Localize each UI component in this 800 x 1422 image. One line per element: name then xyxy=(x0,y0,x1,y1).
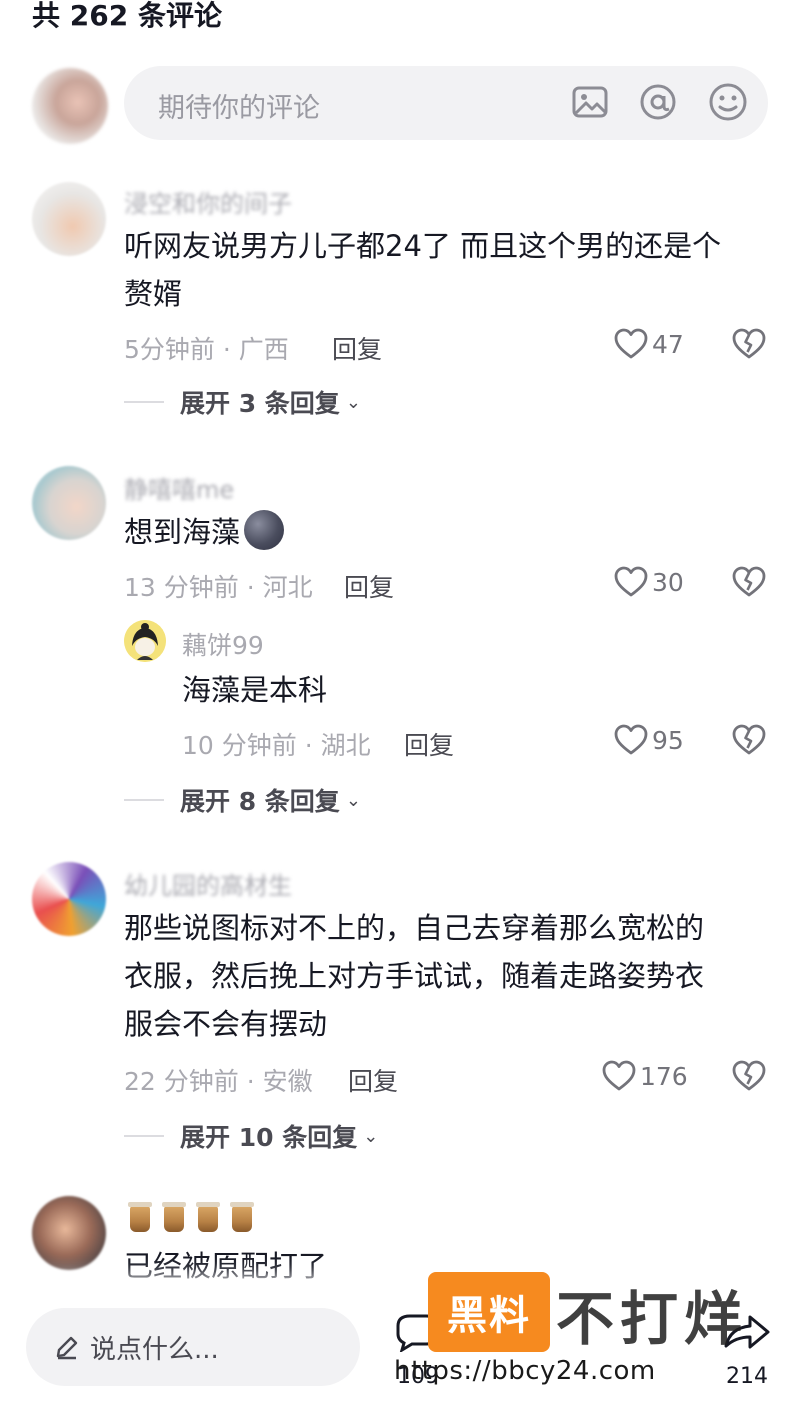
reply-username[interactable]: 藕饼99 xyxy=(182,626,264,662)
heart-icon xyxy=(614,724,648,755)
dislike-button[interactable] xyxy=(732,724,766,756)
chevron-down-icon: ⌄ xyxy=(345,391,361,413)
divider-line xyxy=(124,799,164,801)
comment-time-location: 13 分钟前 · 河北 xyxy=(124,573,313,602)
expand-replies-button[interactable]: 展开 10 条回复 ⌄ xyxy=(124,1118,378,1154)
reply-button[interactable]: 回复 xyxy=(348,1062,398,1098)
chevron-down-icon: ⌄ xyxy=(345,789,361,811)
like-count: 30 xyxy=(652,567,684,597)
comment-input[interactable]: 期待你的评论 xyxy=(124,66,768,140)
comment-text-line: 衣服，然后挽上对方手试试，随着走路姿势衣 xyxy=(124,959,705,993)
divider-line xyxy=(124,401,164,403)
comment-text-line: 那些说图标对不上的，自己去穿着那么宽松的 xyxy=(124,911,705,945)
watermark-text: 不打烊 xyxy=(556,1285,749,1353)
broken-heart-icon xyxy=(732,328,766,359)
comment-time-location: 5分钟前 · 广西 xyxy=(124,335,289,364)
watermark-url: https://bbcy24.com xyxy=(394,1356,656,1386)
comment-input-placeholder: 期待你的评论 xyxy=(158,93,320,124)
say-something-input[interactable]: 说点什么... xyxy=(26,1308,360,1386)
expand-replies-label: 展开 8 条回复 xyxy=(180,787,340,816)
reply-text: 海藻是本科 xyxy=(182,673,328,707)
commenter-avatar[interactable] xyxy=(32,182,106,256)
bubble-tea-icon xyxy=(196,1202,220,1232)
bubble-tea-icon xyxy=(162,1202,186,1232)
like-count: 47 xyxy=(652,329,684,359)
comment-text-line: 想到海藻 xyxy=(124,515,241,549)
bubble-tea-icon xyxy=(128,1202,152,1232)
comment-text-line: 赘婿 xyxy=(124,277,183,311)
heart-icon xyxy=(614,328,648,359)
like-button[interactable]: 30 xyxy=(614,566,684,598)
comment-text-line: 服会不会有摆动 xyxy=(124,1007,328,1041)
comment-count-title: 共 262 条评论 xyxy=(32,0,222,32)
broken-heart-icon xyxy=(732,1060,766,1091)
moon-face-emoji-icon xyxy=(244,510,285,550)
comment-text: 已经被原配打了 xyxy=(124,1249,328,1283)
say-something-placeholder: 说点什么... xyxy=(90,1334,219,1365)
reply-button[interactable]: 回复 xyxy=(332,330,382,366)
bubble-tea-icon xyxy=(230,1202,254,1232)
dislike-button[interactable] xyxy=(732,1060,766,1092)
expand-replies-button[interactable]: 展开 8 条回复 ⌄ xyxy=(124,782,361,818)
pencil-icon xyxy=(56,1336,78,1360)
comment-text-line: 听网友说男方儿子都24了 而且这个男的还是个 xyxy=(124,229,722,263)
commenter-username[interactable]: 浸空和你的间子 xyxy=(124,184,292,219)
share-count: 214 xyxy=(726,1364,768,1389)
reply-button[interactable]: 回复 xyxy=(404,726,454,762)
watermark-logo: 黑料 xyxy=(428,1272,550,1352)
image-icon[interactable] xyxy=(570,82,610,122)
divider-line xyxy=(124,1135,164,1137)
broken-heart-icon xyxy=(732,566,766,597)
dislike-button[interactable] xyxy=(732,328,766,360)
heart-icon xyxy=(614,566,648,597)
commenter-avatar[interactable] xyxy=(32,1196,106,1270)
commenter-avatar[interactable] xyxy=(32,466,106,540)
commenter-username[interactable]: 静嘻嘻me xyxy=(124,470,234,505)
like-count: 95 xyxy=(652,725,684,755)
like-button[interactable]: 176 xyxy=(602,1060,688,1092)
comment-text: 那些说图标对不上的，自己去穿着那么宽松的 衣服，然后挽上对方手试试，随着走路姿势… xyxy=(124,904,704,1048)
reply-avatar[interactable] xyxy=(124,620,166,662)
like-button[interactable]: 95 xyxy=(614,724,684,756)
comment-text: 听网友说男方儿子都24了 而且这个男的还是个 赘婿 xyxy=(124,222,721,318)
emoji-icon[interactable] xyxy=(708,82,748,122)
username-emoji-row[interactable] xyxy=(128,1202,254,1232)
broken-heart-icon xyxy=(732,724,766,755)
commenter-username[interactable]: 幼儿园的高材生 xyxy=(124,866,292,901)
expand-replies-label: 展开 3 条回复 xyxy=(180,389,340,418)
current-user-avatar[interactable] xyxy=(32,68,108,144)
comment-time-location: 22 分钟前 · 安徽 xyxy=(124,1067,313,1096)
like-count: 176 xyxy=(640,1061,688,1091)
at-icon[interactable] xyxy=(638,82,678,122)
commenter-avatar[interactable] xyxy=(32,862,106,936)
comment-text: 想到海藻 xyxy=(124,508,285,556)
expand-replies-label: 展开 10 条回复 xyxy=(180,1123,358,1152)
reply-button[interactable]: 回复 xyxy=(344,568,394,604)
reply-time-location: 10 分钟前 · 湖北 xyxy=(182,731,371,760)
heart-icon xyxy=(602,1060,636,1091)
dislike-button[interactable] xyxy=(732,566,766,598)
chevron-down-icon: ⌄ xyxy=(363,1125,379,1147)
expand-replies-button[interactable]: 展开 3 条回复 ⌄ xyxy=(124,384,361,420)
like-button[interactable]: 47 xyxy=(614,328,684,360)
